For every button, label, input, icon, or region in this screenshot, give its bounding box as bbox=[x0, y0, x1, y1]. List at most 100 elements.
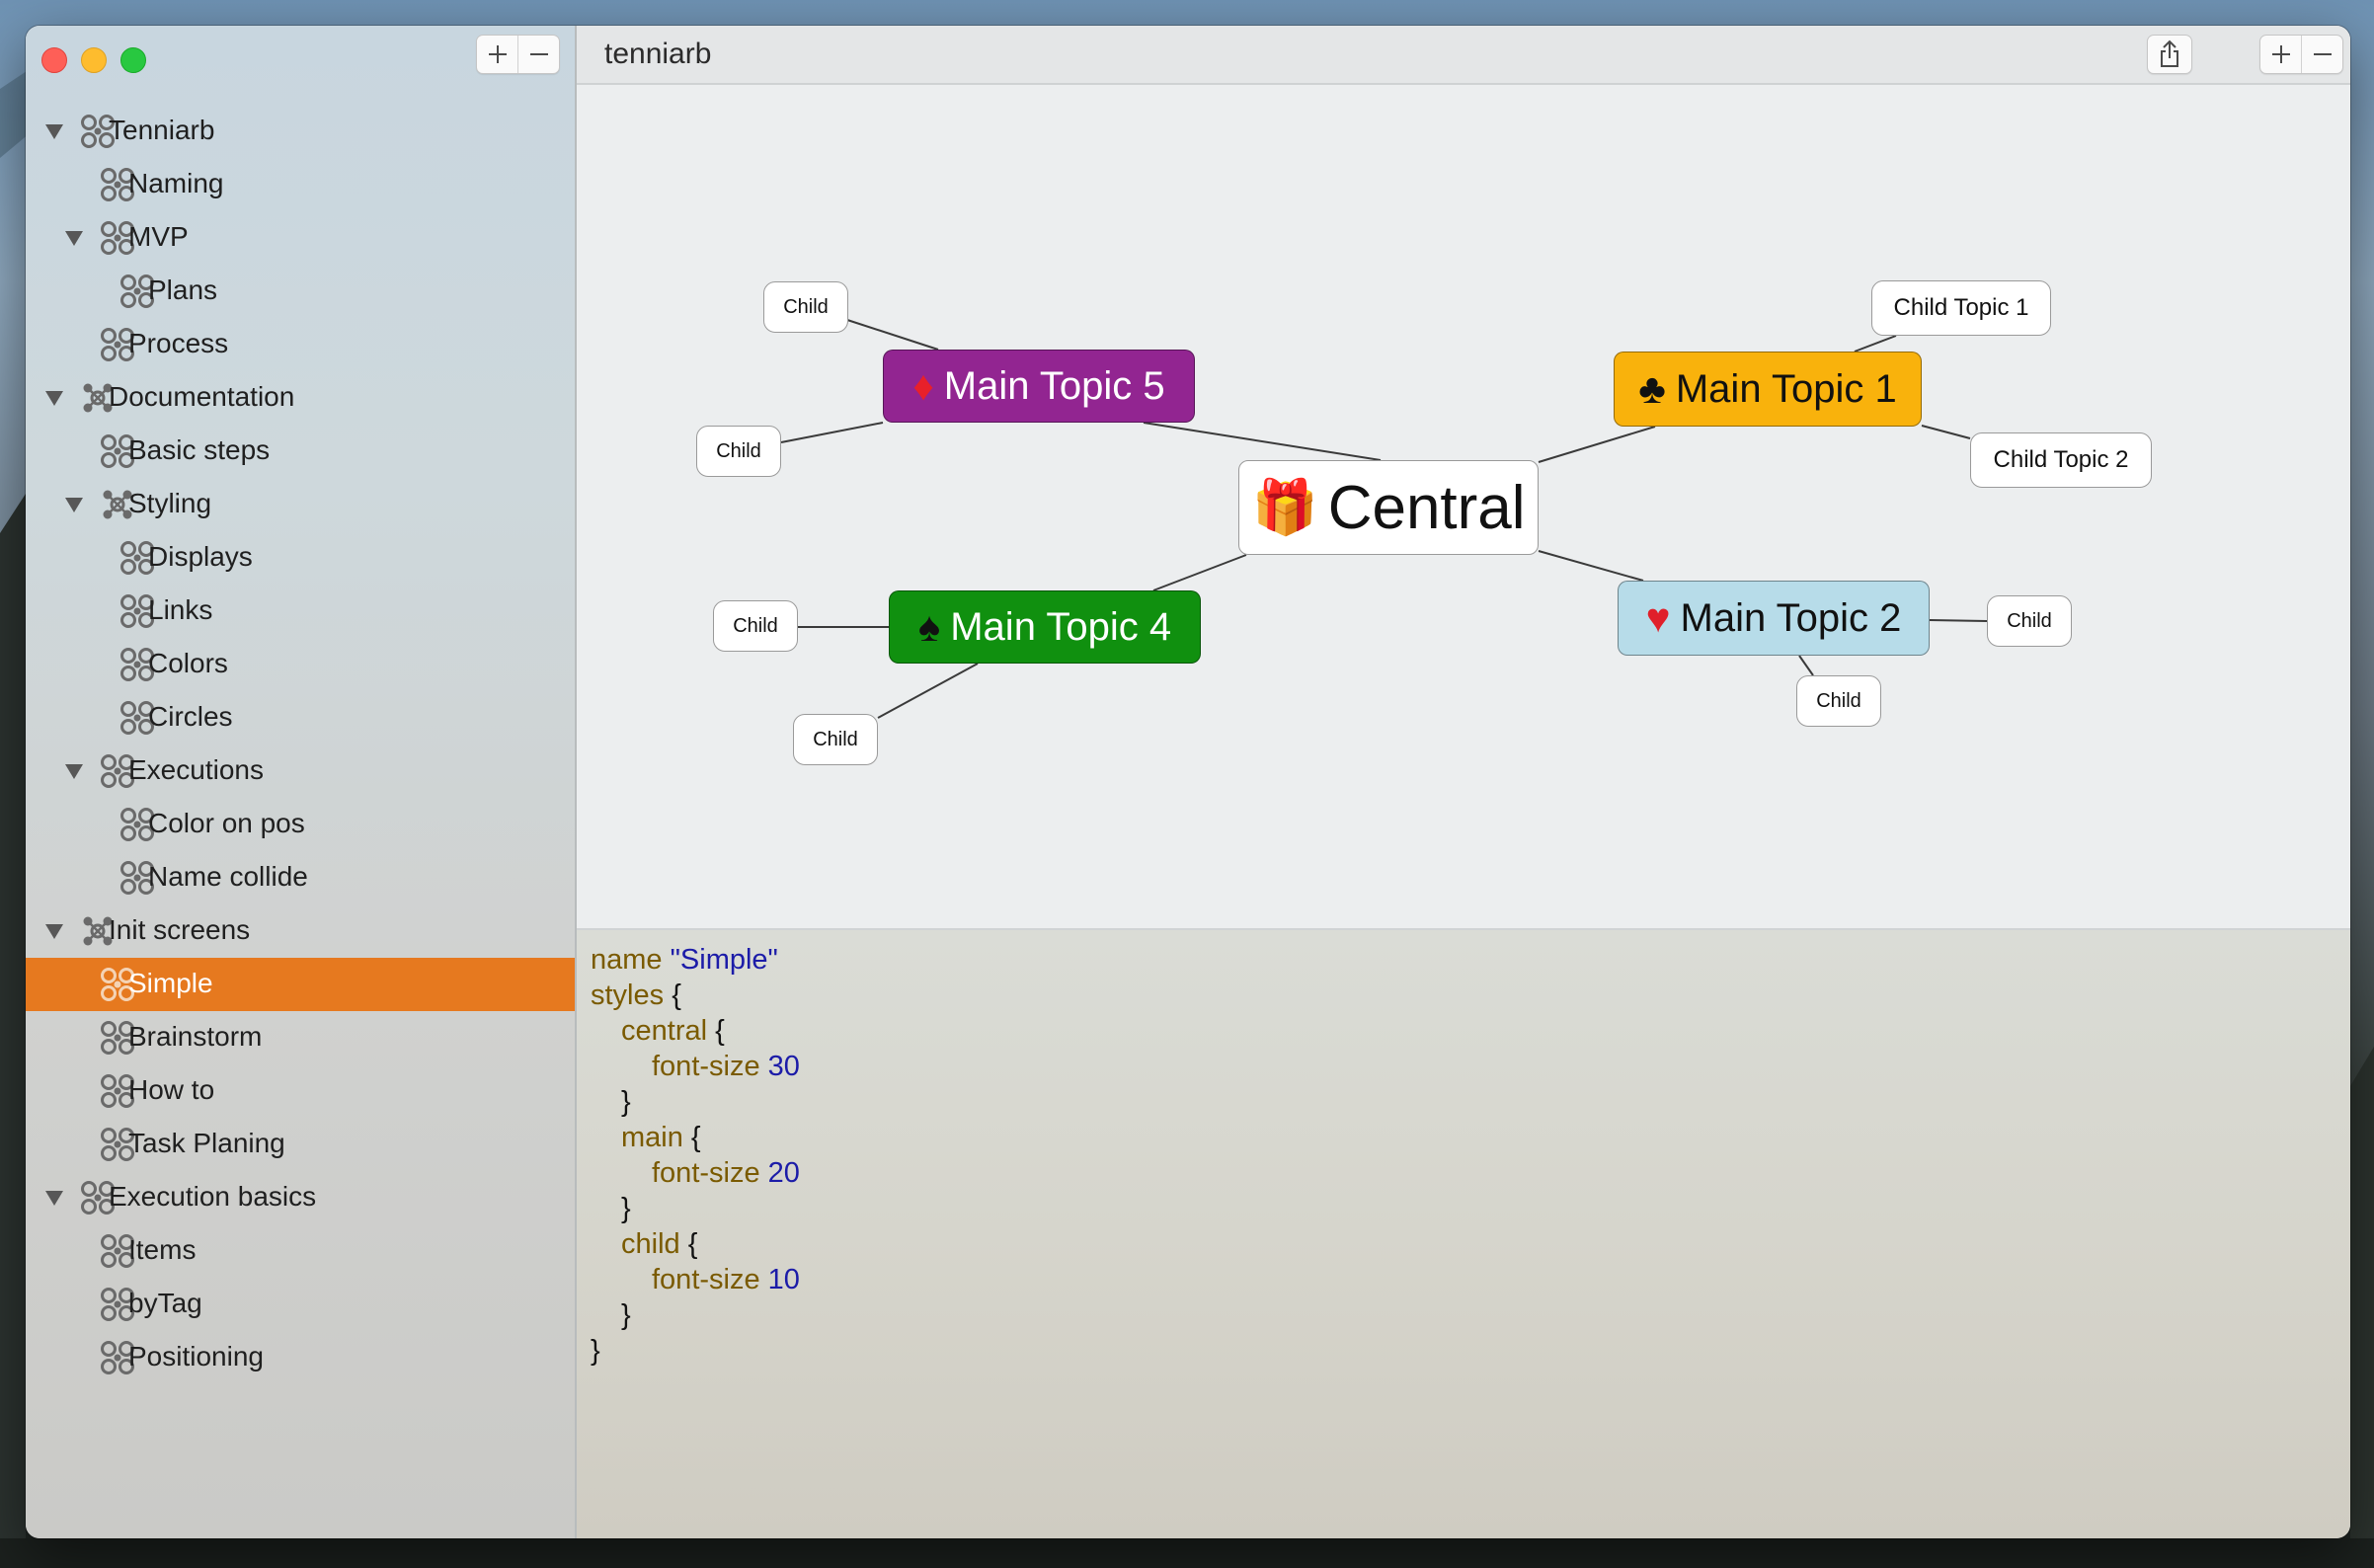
sidebar-item-displays[interactable]: Displays bbox=[26, 531, 575, 585]
child-topic-label: Child Topic 2 bbox=[1993, 446, 2129, 473]
sidebar-item-label: Colors bbox=[148, 648, 228, 678]
mindmap-canvas[interactable]: 🎁 Central ♦ Main Topic 5 ♣ Main Topic 1 ♠ Main … bbox=[577, 85, 2350, 930]
sidebar-item-label: Styling bbox=[128, 488, 212, 518]
sidebar-item-label: How to bbox=[128, 1074, 215, 1105]
child-topic-node[interactable]: Child bbox=[763, 281, 848, 333]
link-mt1-c1b bbox=[1921, 425, 1971, 439]
link-central-mt1 bbox=[1538, 426, 1656, 463]
code-line: styles { bbox=[591, 978, 800, 1013]
main-topic-label: Main Topic 1 bbox=[1675, 366, 1897, 411]
code-line: } bbox=[591, 1084, 800, 1120]
sidebar-item-label: Documentation bbox=[109, 381, 295, 412]
sidebar-item-task-planing[interactable]: Task Planing bbox=[26, 1118, 575, 1171]
sidebar-item-styling[interactable]: Styling bbox=[26, 478, 575, 531]
code-line: } bbox=[591, 1333, 800, 1369]
code-line: central { bbox=[591, 1013, 800, 1049]
code-token: font-size bbox=[652, 1051, 760, 1082]
sidebar-item-executions[interactable]: Executions bbox=[26, 745, 575, 798]
zoom-control bbox=[2259, 35, 2343, 74]
child-topic-node[interactable]: Child bbox=[696, 426, 781, 477]
sidebar: Tenniarb Naming MVP Plans Process Documentati… bbox=[26, 26, 577, 1538]
disclosure-triangle-icon[interactable] bbox=[65, 764, 83, 779]
sidebar-item-how-to[interactable]: How to bbox=[26, 1064, 575, 1118]
child-topic-node[interactable]: Child Topic 1 bbox=[1871, 280, 2051, 336]
disclosure-triangle-icon[interactable] bbox=[65, 231, 83, 246]
link-mt4-c4b bbox=[877, 663, 979, 719]
child-topic-label: Child bbox=[733, 614, 778, 637]
main-topic-node[interactable]: ♠ Main Topic 4 bbox=[889, 590, 1201, 664]
close-window-button[interactable] bbox=[41, 47, 67, 73]
sidebar-item-label: Name collide bbox=[148, 861, 308, 892]
zoom-out-button[interactable] bbox=[2301, 36, 2342, 73]
sidebar-item-links[interactable]: Links bbox=[26, 585, 575, 638]
sidebar-item-execution-basics[interactable]: Execution basics bbox=[26, 1171, 575, 1224]
disclosure-triangle-icon[interactable] bbox=[45, 924, 63, 939]
sidebar-item-name-collide[interactable]: Name collide bbox=[26, 851, 575, 904]
link-mt2-c2a bbox=[1929, 619, 1988, 622]
add-item-button[interactable] bbox=[477, 36, 517, 73]
code-token: } bbox=[591, 1335, 600, 1367]
child-topic-node[interactable]: Child Topic 2 bbox=[1970, 432, 2152, 488]
remove-item-button[interactable] bbox=[517, 36, 559, 73]
sidebar-item-brainstorm[interactable]: Brainstorm bbox=[26, 1011, 575, 1064]
sidebar-item-bytag[interactable]: byTag bbox=[26, 1278, 575, 1331]
sidebar-item-label: Basic steps bbox=[128, 434, 271, 465]
sidebar-item-label: Naming bbox=[128, 168, 224, 198]
child-topic-node[interactable]: Child bbox=[793, 714, 878, 765]
code-line: name "Simple" bbox=[591, 942, 800, 978]
sidebar-item-label: Executions bbox=[128, 754, 264, 785]
share-button[interactable] bbox=[2147, 35, 2192, 74]
code-token: { bbox=[682, 1122, 701, 1153]
main-pane: tenniarb 🎁 Central ♦ Main Topic 5 ♣ Main Topi… bbox=[577, 26, 2350, 1538]
child-topic-node[interactable]: Child bbox=[713, 600, 798, 652]
zoom-window-button[interactable] bbox=[120, 47, 146, 73]
code-line: } bbox=[591, 1297, 800, 1333]
sidebar-item-simple[interactable]: Simple bbox=[26, 958, 575, 1011]
sidebar-item-mvp[interactable]: MVP bbox=[26, 211, 575, 265]
sidebar-item-circles[interactable]: Circles bbox=[26, 691, 575, 745]
minimize-window-button[interactable] bbox=[81, 47, 107, 73]
gift-icon: 🎁 bbox=[1251, 477, 1318, 537]
link-mt5-c5b bbox=[780, 422, 884, 443]
club-suit-icon: ♣ bbox=[1638, 365, 1666, 412]
code-token: { bbox=[707, 1015, 725, 1047]
zoom-in-button[interactable] bbox=[2260, 36, 2301, 73]
disclosure-triangle-icon[interactable] bbox=[45, 391, 63, 406]
code-line: font-size 10 bbox=[591, 1262, 800, 1297]
diamond-suit-icon: ♦ bbox=[912, 362, 934, 409]
sidebar-item-process[interactable]: Process bbox=[26, 318, 575, 371]
code-token: } bbox=[621, 1299, 631, 1331]
sidebar-item-basic-steps[interactable]: Basic steps bbox=[26, 425, 575, 478]
child-topic-node[interactable]: Child bbox=[1987, 595, 2072, 647]
sidebar-item-items[interactable]: Items bbox=[26, 1224, 575, 1278]
sidebar-item-init-screens[interactable]: Init screens bbox=[26, 904, 575, 958]
child-topic-label: Child bbox=[783, 295, 829, 318]
sidebar-item-color-on-pos[interactable]: Color on pos bbox=[26, 798, 575, 851]
disclosure-triangle-icon[interactable] bbox=[45, 1191, 63, 1206]
sidebar-item-plans[interactable]: Plans bbox=[26, 265, 575, 318]
source-editor[interactable]: name "Simple" styles {central {font-size … bbox=[577, 930, 2350, 1538]
child-topic-node[interactable]: Child bbox=[1796, 675, 1881, 727]
sidebar-item-colors[interactable]: Colors bbox=[26, 638, 575, 691]
sidebar-item-label: Process bbox=[128, 328, 229, 358]
child-topic-label: Child Topic 1 bbox=[1893, 294, 2029, 321]
sidebar-item-positioning[interactable]: Positioning bbox=[26, 1331, 575, 1384]
main-topic-node[interactable]: ♣ Main Topic 1 bbox=[1614, 352, 1922, 427]
sidebar-item-documentation[interactable]: Documentation bbox=[26, 371, 575, 425]
sidebar-item-label: Execution basics bbox=[109, 1181, 317, 1212]
sidebar-item-label: Simple bbox=[128, 968, 213, 998]
main-topic-node[interactable]: ♥ Main Topic 2 bbox=[1618, 581, 1930, 656]
central-topic-node[interactable]: 🎁 Central bbox=[1238, 460, 1539, 555]
disclosure-triangle-icon[interactable] bbox=[65, 498, 83, 512]
spade-suit-icon: ♠ bbox=[917, 603, 941, 650]
document-title: tenniarb bbox=[604, 38, 712, 70]
sidebar-item-tenniarb[interactable]: Tenniarb bbox=[26, 105, 575, 158]
child-topic-label: Child bbox=[1816, 689, 1861, 712]
main-topic-node[interactable]: ♦ Main Topic 5 bbox=[883, 350, 1195, 423]
code-token: styles bbox=[591, 980, 665, 1011]
share-icon bbox=[2161, 39, 2178, 67]
sidebar-item-naming[interactable]: Naming bbox=[26, 158, 575, 211]
disclosure-triangle-icon[interactable] bbox=[45, 124, 63, 139]
link-mt5-c5a bbox=[846, 319, 939, 351]
sidebar-item-label: Color on pos bbox=[148, 808, 305, 838]
